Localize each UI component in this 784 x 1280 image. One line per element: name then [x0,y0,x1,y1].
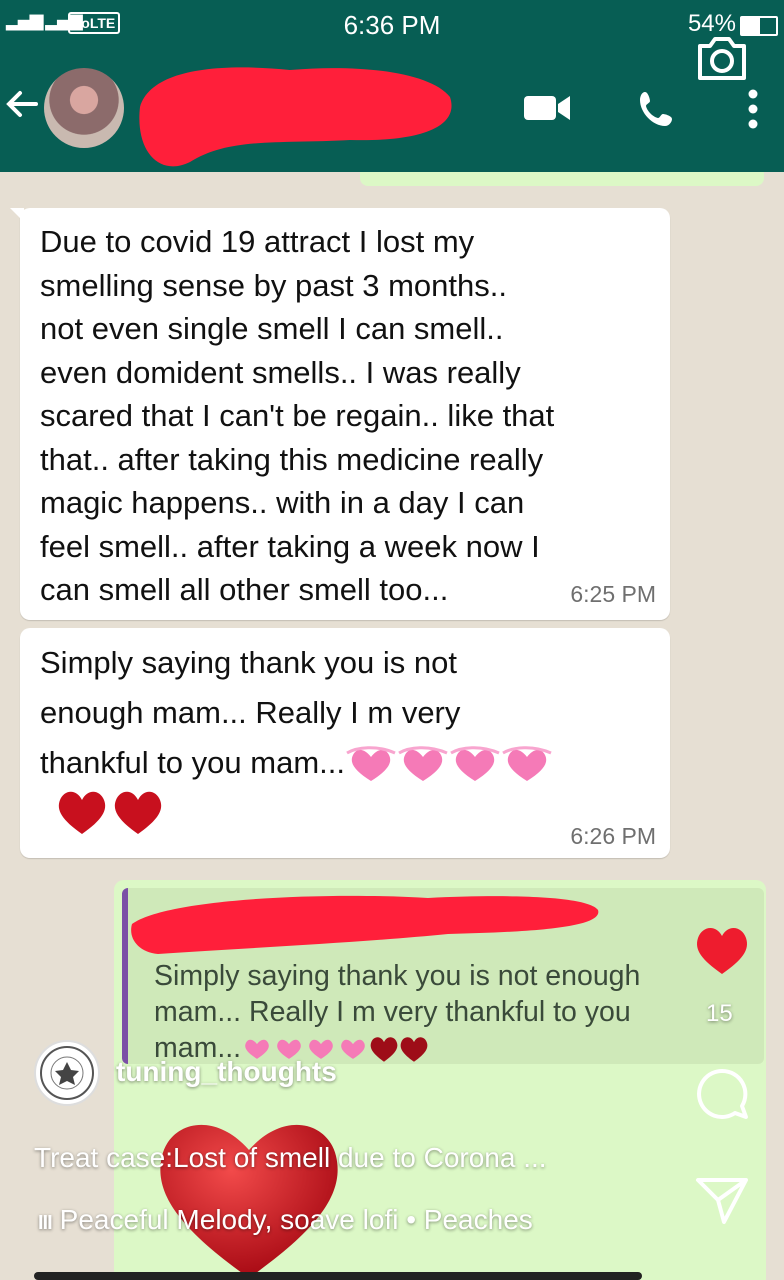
music-track[interactable]: III Peaceful Melody, soave lofi • Peaches [38,1204,533,1236]
clock: 6:36 PM [343,10,441,40]
red-heart-icon [400,1037,428,1063]
account-avatar[interactable] [34,1040,100,1106]
chat-header [0,44,784,172]
red-heart-icon [115,791,162,834]
red-heart-icon [58,791,106,834]
revolving-hearts-icon [502,746,552,781]
incoming-message[interactable]: Due to covid 19 attract I lost my smelli… [10,208,670,620]
audio-bars-icon: III [38,1212,53,1234]
quoted-text: Simply saying thank you is not enough ma… [154,958,714,1066]
message-time: 6:26 PM [570,823,656,849]
more-icon[interactable] [746,88,760,130]
hearts-line [56,788,164,836]
revolving-hearts-icon [450,746,500,781]
redaction-mark [139,67,452,167]
like-count: 15 [706,1000,733,1027]
big-red-heart-icon [160,1124,338,1278]
incoming-message[interactable]: Simply saying thank you is not enough ma… [20,628,670,858]
quoted-message[interactable]: Simply saying thank you is not enough ma… [122,888,764,1064]
account-name[interactable]: tuning_thoughts [116,1056,337,1088]
story-progress-bar [34,1272,642,1280]
revolving-hearts-icon [346,746,396,781]
comment-icon[interactable] [694,1066,750,1122]
camera-icon[interactable] [694,30,750,86]
redaction-mark [131,895,599,954]
phone-icon[interactable] [636,88,678,130]
revolving-hearts-icon [341,1040,365,1060]
message-text: Due to covid 19 attract I lost my smelli… [40,224,555,607]
avatar[interactable] [44,68,124,148]
red-heart-icon [370,1037,398,1063]
status-bar: ▂▄▆ ▂▄▆ VoLTE 6:36 PM 54% [0,0,784,44]
message-time: 6:25 PM [570,581,656,607]
music-track-label: Peaceful Melody, soave lofi • Peaches [59,1204,533,1235]
message-text: Simply saying thank you is not enough ma… [40,638,660,788]
account-logo-icon [40,1046,94,1100]
revolving-hearts-icon [398,746,448,781]
video-call-icon[interactable] [522,92,572,124]
back-arrow-icon[interactable] [2,84,42,124]
share-icon[interactable] [694,1174,750,1226]
post-caption[interactable]: Treat case:Lost of smell due to Corona .… [34,1142,547,1174]
like-heart-icon[interactable] [694,924,750,976]
previous-outgoing-bubble [360,172,764,186]
emoji-row [345,745,553,781]
chat-area[interactable]: Due to covid 19 attract I lost my smelli… [0,172,784,1280]
